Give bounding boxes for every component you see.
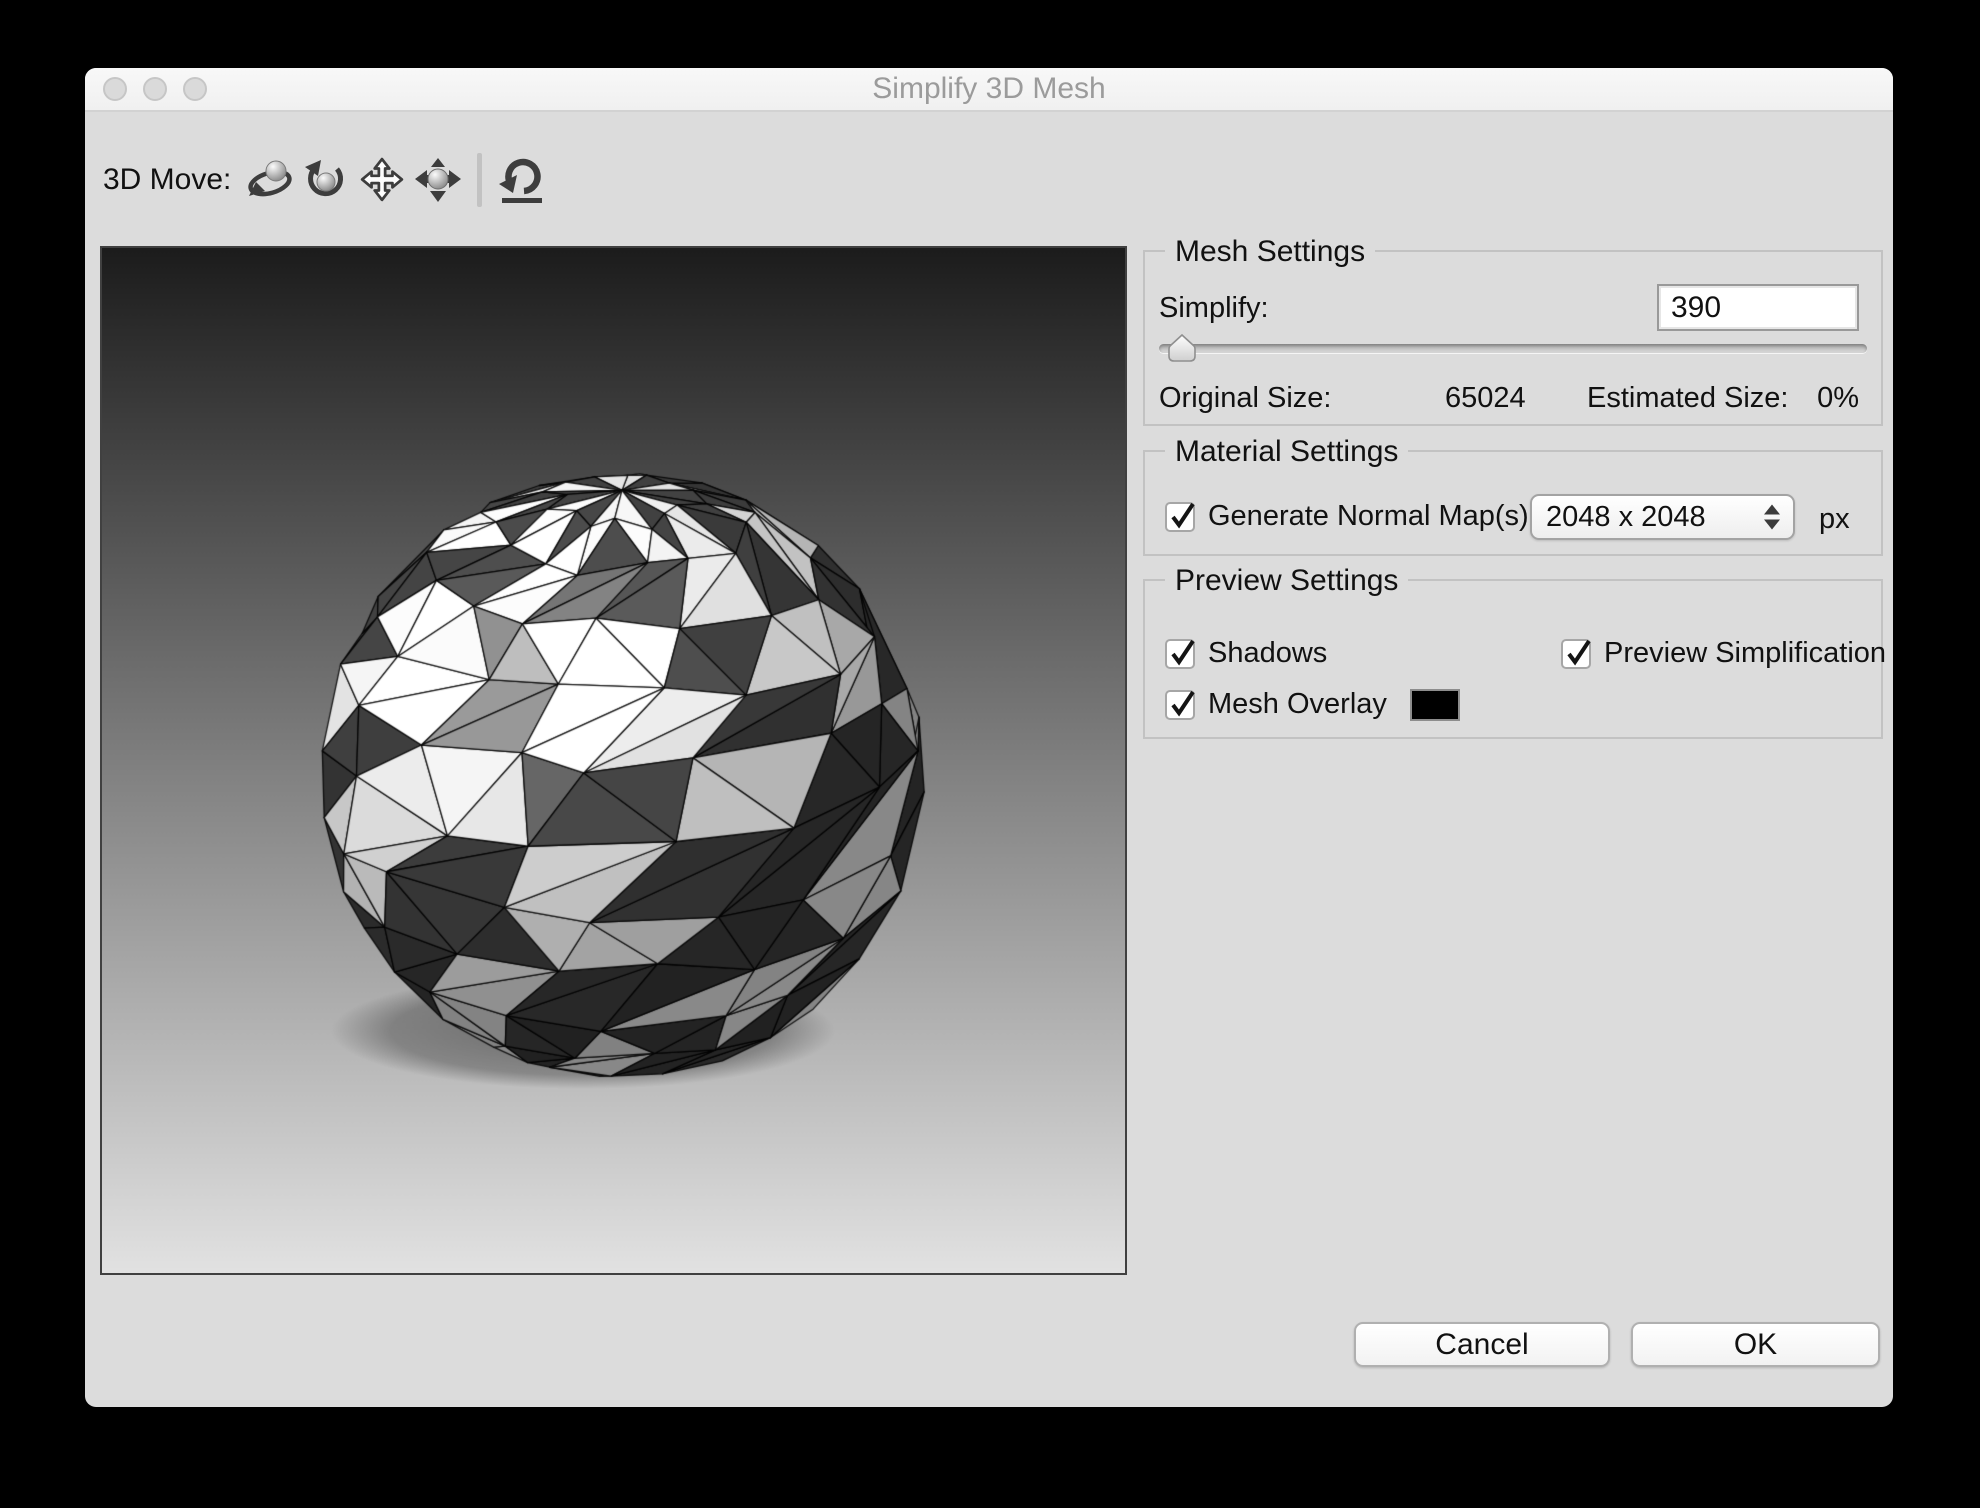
zoom-button[interactable]	[183, 77, 207, 101]
px-unit-label: px	[1819, 503, 1850, 536]
normal-map-size-dropdown[interactable]: 2048 x 2048	[1530, 494, 1795, 540]
mesh-settings-title: Mesh Settings	[1165, 235, 1375, 269]
generate-normal-map-checkbox[interactable]	[1165, 502, 1195, 532]
mesh-settings-group: Mesh Settings Simplify: Original Size: 6…	[1143, 250, 1883, 426]
shadows-checkbox[interactable]	[1165, 639, 1195, 669]
reset-view-icon[interactable]	[494, 155, 548, 205]
simplify-input[interactable]	[1657, 284, 1859, 331]
slide-icon[interactable]	[413, 155, 463, 205]
stepper-arrows-icon	[1764, 505, 1780, 530]
generate-normal-map-label: Generate Normal Map(s)	[1208, 500, 1529, 533]
preview-settings-title: Preview Settings	[1165, 564, 1408, 598]
simplify-slider[interactable]	[1159, 332, 1867, 364]
close-button[interactable]	[103, 77, 127, 101]
slider-track[interactable]	[1159, 344, 1867, 353]
cancel-button[interactable]: Cancel	[1354, 1322, 1610, 1367]
mesh-overlay-color-swatch[interactable]	[1410, 689, 1460, 721]
slider-thumb[interactable]	[1167, 333, 1197, 368]
3d-preview-viewport[interactable]	[100, 246, 1127, 1275]
orbit-rotate-icon[interactable]	[245, 155, 295, 205]
minimize-button[interactable]	[143, 77, 167, 101]
simplify-label: Simplify:	[1159, 292, 1269, 325]
toolbar-separator	[477, 153, 482, 207]
mesh-overlay-label: Mesh Overlay	[1208, 688, 1387, 721]
roll-icon[interactable]	[301, 155, 351, 205]
mesh-overlay-checkbox[interactable]	[1165, 690, 1195, 720]
window-title: Simplify 3D Mesh	[872, 72, 1105, 106]
traffic-lights	[103, 77, 207, 101]
ok-button-label: OK	[1734, 1328, 1777, 1362]
pan-icon[interactable]	[357, 155, 407, 205]
estimated-size-label: Estimated Size:	[1587, 382, 1788, 415]
original-size-label: Original Size:	[1159, 382, 1331, 415]
estimated-size-value: 0%	[1817, 382, 1859, 415]
shadows-label: Shadows	[1208, 637, 1327, 670]
preview-simplification-label: Preview Simplification	[1604, 637, 1886, 670]
material-settings-group: Material Settings Generate Normal Map(s)…	[1143, 450, 1883, 556]
material-settings-title: Material Settings	[1165, 435, 1408, 469]
cancel-button-label: Cancel	[1435, 1328, 1528, 1362]
preview-simplification-checkbox[interactable]	[1561, 639, 1591, 669]
3d-move-label: 3D Move:	[103, 163, 231, 197]
title-bar: Simplify 3D Mesh	[85, 68, 1893, 112]
preview-canvas[interactable]	[102, 248, 1125, 1273]
original-size-value: 65024	[1445, 382, 1526, 415]
ok-button[interactable]: OK	[1631, 1322, 1880, 1367]
normal-map-size-value: 2048 x 2048	[1546, 501, 1706, 534]
dialog-window: Simplify 3D Mesh 3D Move:	[85, 68, 1893, 1407]
3d-move-toolbar: 3D Move:	[103, 150, 554, 210]
preview-settings-group: Preview Settings Shadows Preview Simplif…	[1143, 579, 1883, 739]
